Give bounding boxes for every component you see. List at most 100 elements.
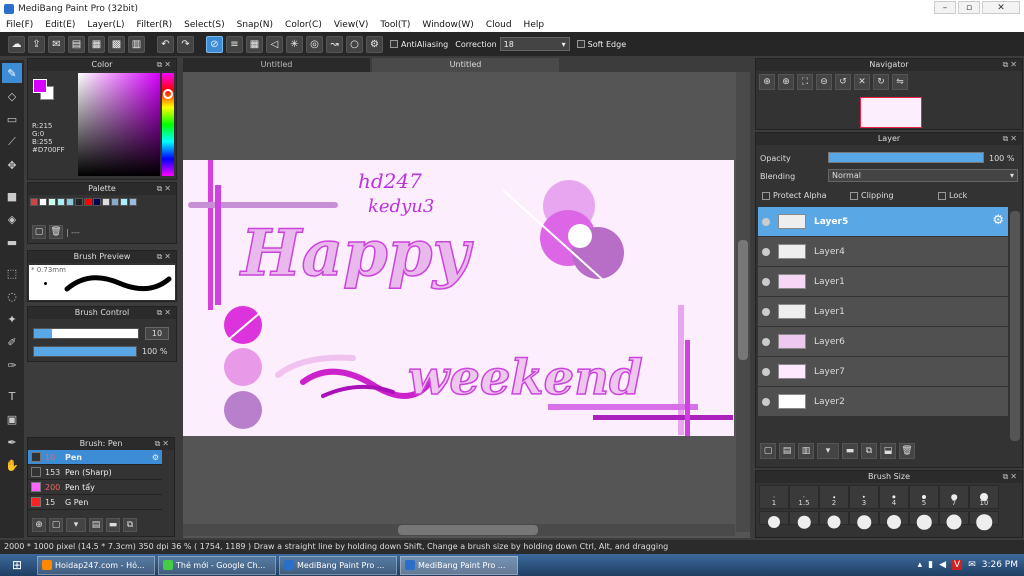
blending-select[interactable]: Normal ▾ [828, 169, 1018, 182]
canvas-vertical-scrollbar[interactable] [736, 72, 750, 532]
new-8bit-layer-icon[interactable]: ▥ [798, 443, 814, 459]
rectangle-tool-icon[interactable]: ▭ [2, 109, 22, 129]
protect-alpha-checkbox[interactable]: Protect Alpha [762, 191, 827, 200]
scroll-thumb[interactable] [738, 240, 748, 360]
text-tool-icon[interactable]: T [2, 386, 22, 406]
layer-row[interactable]: Layer1 [758, 267, 1008, 296]
correction-select[interactable]: 18 ▾ [499, 37, 570, 51]
reset-view-icon[interactable]: ✕ [854, 74, 870, 90]
zoom-in-icon[interactable]: ⊕ [759, 74, 775, 90]
document-icon[interactable]: ▤ [68, 35, 85, 53]
palette-swatch[interactable] [111, 198, 119, 206]
palette-swatch[interactable] [75, 198, 83, 206]
palette-swatch[interactable] [57, 198, 65, 206]
brush-size-option[interactable]: 1 [759, 485, 789, 509]
layer-row[interactable]: Layer4 [758, 237, 1008, 266]
menu-color[interactable]: Color(C) [285, 20, 322, 30]
brush-size-option[interactable]: 5 [909, 485, 939, 509]
layer-opacity-slider[interactable] [828, 152, 984, 163]
move-tool-icon[interactable]: ✥ [2, 155, 22, 175]
gear-icon[interactable]: ⚙ [992, 213, 1004, 228]
brush-copy-icon[interactable]: ⧉ [123, 518, 137, 532]
eye-icon[interactable] [762, 277, 770, 286]
foreground-color-swatch[interactable] [33, 79, 47, 93]
layer-row[interactable]: Layer2 [758, 387, 1008, 416]
menu-help[interactable]: Help [524, 20, 545, 30]
palette-swatch[interactable] [48, 198, 56, 206]
hand-tool-icon[interactable]: ✋ [2, 455, 22, 475]
concentric-snap-icon[interactable]: ◎ [306, 35, 323, 53]
brush-opacity-slider[interactable] [33, 346, 137, 357]
gradient-tool-icon[interactable]: ▬ [2, 232, 22, 252]
close-button[interactable]: ✕ [982, 1, 1020, 14]
brush-menu-icon[interactable]: ▾ [66, 518, 86, 532]
menu-cloud[interactable]: Cloud [486, 20, 512, 30]
close-icon[interactable]: ⧉✕ [157, 251, 173, 263]
tab-untitled-1[interactable]: Untitled [183, 58, 370, 72]
brush-size-option[interactable] [879, 511, 909, 529]
close-icon[interactable]: ⧉✕ [1003, 471, 1019, 483]
merge-layer-icon[interactable]: ⬓ [880, 443, 896, 459]
menu-view[interactable]: View(V) [334, 20, 369, 30]
taskbar-item[interactable]: Hoidap247.com - Hỏ... [37, 555, 155, 575]
comment-icon[interactable]: ✉ [48, 35, 65, 53]
minimize-button[interactable]: – [934, 1, 956, 14]
folder-icon[interactable]: ▬ [842, 443, 858, 459]
lock-checkbox[interactable]: Lock [938, 191, 967, 200]
grid-icon[interactable]: ▩ [108, 35, 125, 53]
layer-row[interactable]: Layer5 ⚙ [758, 207, 1008, 236]
clock[interactable]: 3:26 PM [982, 560, 1018, 570]
eraser-tool-icon[interactable]: ◇ [2, 86, 22, 106]
delete-palette-icon[interactable]: 🗑 [49, 225, 63, 239]
menu-edit[interactable]: Edit(E) [45, 20, 75, 30]
taskbar-item[interactable]: MediBang Paint Pro ... [400, 555, 518, 575]
menu-layer[interactable]: Layer(L) [87, 20, 124, 30]
canvas-area[interactable]: hd247 kedyu3 Happy weekend [183, 72, 750, 538]
magic-wand-tool-icon[interactable]: ✦ [2, 309, 22, 329]
eyedropper-tool-icon[interactable]: ✒ [2, 432, 22, 452]
curve-snap-icon[interactable]: ↝ [326, 35, 343, 53]
undo-icon[interactable]: ↶ [157, 35, 174, 53]
antialiasing-checkbox[interactable]: AntiAliasing [390, 40, 448, 49]
brush-size-option[interactable] [939, 511, 969, 530]
select-pen-tool-icon[interactable]: ✐ [2, 332, 22, 352]
language-icon[interactable]: ✉ [968, 560, 976, 570]
lasso-tool-icon[interactable]: ◌ [2, 286, 22, 306]
share-icon[interactable]: ⇪ [28, 35, 45, 53]
tab-untitled-2[interactable]: Untitled [372, 58, 559, 72]
palette-swatch[interactable] [39, 198, 47, 206]
volume-icon[interactable]: ◀ [939, 560, 946, 570]
new-layer-icon[interactable]: ▢ [760, 443, 776, 459]
gear-icon[interactable]: ⚙ [152, 453, 159, 462]
new-palette-icon[interactable]: ▢ [32, 225, 46, 239]
parallel-snap-icon[interactable]: ≡ [226, 35, 243, 53]
snap-off-icon[interactable]: ⊘ [206, 35, 223, 53]
menu-select[interactable]: Select(S) [184, 20, 225, 30]
palette-swatch[interactable] [66, 198, 74, 206]
brush-item[interactable]: 15 G Pen [28, 495, 162, 510]
brush-size-option[interactable] [849, 511, 879, 529]
add-brush-icon[interactable]: ⊕ [32, 518, 46, 532]
zoom-plus-icon[interactable]: ⊕ [778, 74, 794, 90]
eye-icon[interactable] [762, 307, 770, 316]
palette-swatch[interactable] [129, 198, 137, 206]
palette-swatch[interactable] [30, 198, 38, 206]
brush-size-option[interactable]: 10 [969, 485, 999, 509]
rotate-right-icon[interactable]: ↻ [873, 74, 889, 90]
eye-icon[interactable] [762, 217, 770, 226]
brush-size-option[interactable]: 7 [939, 485, 969, 509]
pen-tool-icon[interactable]: ⟋ [2, 132, 22, 152]
brush-folder-icon[interactable]: ▬ [106, 518, 120, 532]
close-icon[interactable]: ⧉✕ [155, 438, 171, 450]
layer-row[interactable]: Layer1 [758, 297, 1008, 326]
eye-icon[interactable] [762, 367, 770, 376]
navigator-thumbnail[interactable] [860, 97, 922, 128]
circle-snap-icon[interactable]: ○ [346, 35, 363, 53]
vanishing-point-icon[interactable]: ◁ [266, 35, 283, 53]
brush-item[interactable]: 153 Pen (Sharp) [28, 465, 162, 480]
menu-file[interactable]: File(F) [6, 20, 33, 30]
trash-icon[interactable]: 🗑 [899, 443, 915, 459]
palette-swatch[interactable] [102, 198, 110, 206]
brush-size-option[interactable]: 4 [879, 485, 909, 509]
hue-handle[interactable] [163, 89, 173, 99]
